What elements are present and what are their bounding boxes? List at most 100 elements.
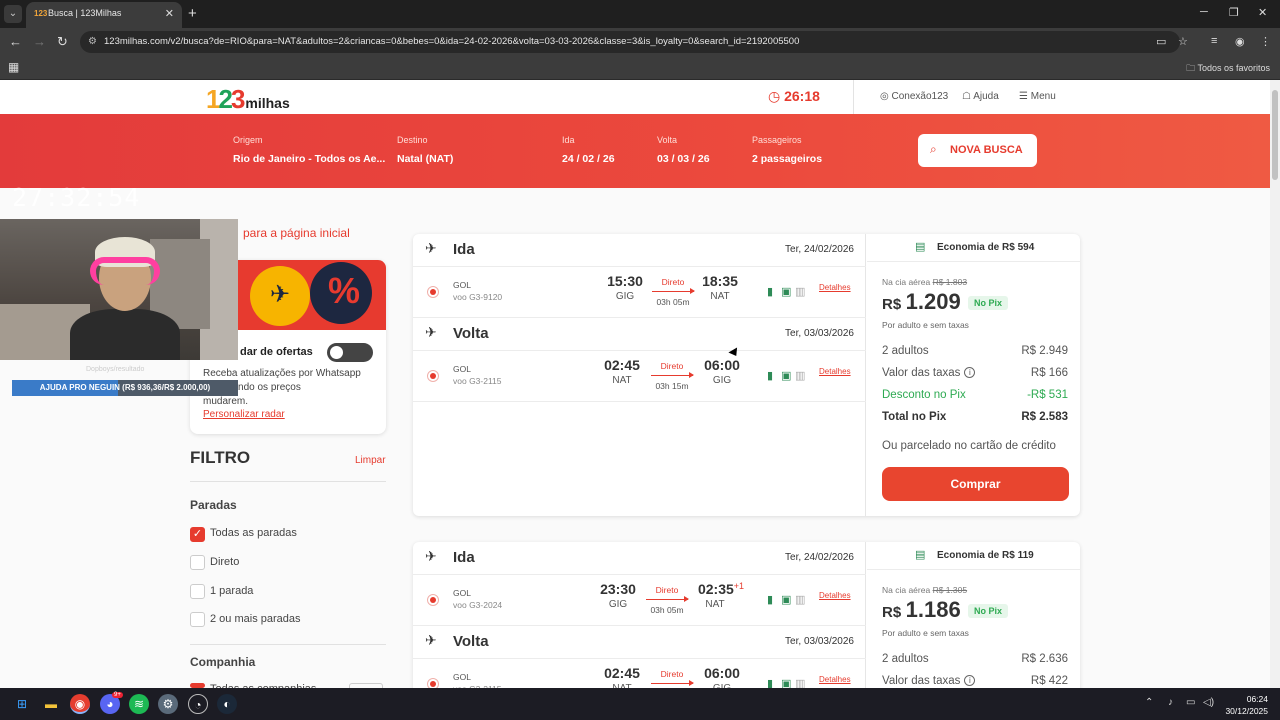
all-bookmarks-folder[interactable]: 🗀 Todos os favoritos: [1186, 61, 1270, 77]
price-per-adult: R$ 1.209: [882, 289, 961, 315]
scrollbar-thumb[interactable]: [1272, 90, 1278, 180]
customize-radar-link[interactable]: Personalizar radar: [203, 409, 285, 420]
airline-price-value: R$ 1.803: [932, 277, 968, 287]
site-info-icon[interactable]: ⚙: [88, 36, 97, 47]
new-search-label: NOVA BUSCA: [950, 144, 1023, 156]
economy-header: ▤ Economia de R$ 119: [867, 542, 1080, 570]
tab-close-icon[interactable]: ✕: [165, 7, 174, 20]
tab-list-dropdown-icon[interactable]: ⌄: [4, 5, 22, 23]
browser-menu-icon[interactable]: ⋮: [1260, 35, 1271, 48]
flight-radio[interactable]: [427, 370, 439, 382]
site-logo[interactable]: 123 milhas: [206, 84, 290, 115]
conexao123-label: Conexão123: [891, 91, 949, 102]
ida-value[interactable]: 24 / 02 / 26: [562, 153, 615, 165]
clock-icon: ◷: [768, 88, 781, 104]
settings-icon[interactable]: ⚙: [158, 694, 178, 714]
menu-link[interactable]: ☰ Menu: [1019, 91, 1056, 102]
arrival-airport: GIG: [712, 375, 732, 386]
back-arrow-icon[interactable]: ←: [9, 34, 22, 49]
window-close-icon[interactable]: ✕: [1258, 6, 1267, 19]
obs-icon[interactable]: ◔: [188, 694, 208, 714]
arrival-time-value: 02:35: [697, 581, 734, 597]
minimize-icon[interactable]: ─: [1200, 6, 1208, 18]
ida-label: Ida: [562, 135, 575, 145]
flight-radio[interactable]: [427, 286, 439, 298]
details-link[interactable]: Detalhes: [819, 591, 851, 600]
radar-toggle[interactable]: [327, 343, 373, 362]
total-value: R$ 2.583: [1021, 411, 1068, 423]
stops-direct-label[interactable]: Direto: [210, 556, 239, 568]
donation-progress-bar: AJUDA PRO NEGUIN (R$ 936,36/R$ 2.000,00): [12, 380, 238, 396]
volume-icon[interactable]: ◁): [1203, 697, 1214, 708]
file-explorer-icon[interactable]: ▬: [41, 694, 61, 714]
taskbar-clock[interactable]: 06:24 30/12/2025: [1225, 693, 1268, 717]
stops-two-plus-label[interactable]: 2 ou mais paradas: [210, 613, 301, 625]
details-link[interactable]: Detalhes: [819, 675, 851, 684]
apps-grid-icon[interactable]: ▦: [8, 60, 19, 74]
profile-icon[interactable]: ◉: [1235, 35, 1245, 48]
stops-one-label[interactable]: 1 parada: [210, 585, 253, 597]
flight-option-row[interactable]: GOL voo G3-9120 15:30 GIG Direto 03h 05m…: [413, 266, 866, 318]
new-search-button[interactable]: ⌕ NOVA BUSCA: [918, 134, 1037, 167]
airline-price-label: Na cia aérea: [882, 585, 931, 595]
windows-taskbar: ⊞ ▬ ◉ ◕ 9+ ≋ ⚙ ◔ ◐ ⌃ ♪ ▭ ◁) 06:24 30/12/…: [0, 688, 1280, 720]
spotify-icon[interactable]: ≋: [129, 694, 149, 714]
session-timer: ◷ 26:18: [768, 88, 820, 105]
session-timer-value: 26:18: [784, 88, 820, 104]
browser-tab-active[interactable]: 123 Busca | 123Milhas ✕: [26, 2, 182, 28]
origin-value[interactable]: Rio de Janeiro - Todos os Ae...: [233, 153, 385, 165]
info-icon[interactable]: i: [964, 367, 976, 379]
back-to-home-link[interactable]: para a página inicial: [243, 226, 350, 240]
destination-value[interactable]: Natal (NAT): [397, 153, 453, 165]
flights-column: ✈ Ida Ter, 24/02/2026 GOL voo G3-9120 15…: [413, 234, 866, 516]
address-bar[interactable]: ⚙ 123milhas.com/v2/busca?de=RIO&para=NAT…: [80, 31, 1180, 53]
stops-two-plus-checkbox[interactable]: [190, 612, 205, 627]
stops-all-label[interactable]: Todas as paradas: [210, 527, 297, 539]
details-link[interactable]: Detalhes: [819, 367, 851, 376]
total-label: Total no Pix: [882, 411, 947, 423]
help-link[interactable]: ☖ Ajuda: [962, 91, 999, 102]
radar-desc-line-1: Receba atualizações por Whatsapp: [203, 368, 361, 379]
personal-item-icon: ▮: [767, 594, 774, 606]
chrome-icon[interactable]: ◉: [70, 694, 90, 714]
restore-icon[interactable]: ❐: [1229, 6, 1239, 19]
tray-chevron-icon[interactable]: ⌃: [1145, 697, 1153, 708]
conexao123-link[interactable]: ◎ Conexão123: [880, 91, 948, 102]
new-tab-icon[interactable]: +: [188, 5, 197, 22]
flight-option-row[interactable]: GOL voo G3-2024 23:30 GIG Direto 03h 05m…: [413, 574, 866, 626]
flight-radio[interactable]: [427, 594, 439, 606]
reload-icon[interactable]: ↻: [57, 34, 68, 50]
route-arrow-icon: [651, 372, 694, 378]
origin-label: Origem: [233, 135, 263, 145]
info-icon[interactable]: i: [964, 675, 976, 687]
leg-title: Volta: [453, 325, 489, 342]
network-icon[interactable]: ▭: [1186, 697, 1195, 708]
buy-button[interactable]: Comprar: [882, 467, 1069, 501]
economy-text: Economia de R$ 594: [937, 242, 1035, 253]
page-scrollbar[interactable]: [1270, 80, 1280, 688]
stops-all-checkbox[interactable]: ✓: [190, 527, 205, 542]
forward-arrow-icon[interactable]: →: [33, 34, 46, 49]
volta-value[interactable]: 03 / 03 / 26: [657, 153, 710, 165]
airline-name: GOL: [453, 280, 471, 290]
passengers-value[interactable]: 2 passageiros: [752, 153, 822, 165]
microphone-icon[interactable]: ♪: [1168, 697, 1173, 708]
money-icon: ▤: [915, 241, 926, 253]
adults-value: R$ 2.949: [1021, 345, 1068, 357]
install-app-icon[interactable]: ▭: [1156, 35, 1166, 48]
details-link[interactable]: Detalhes: [819, 283, 851, 292]
flight-option-row[interactable]: GOL voo G3-2115 02:45 NAT Direto 03h 15m…: [413, 350, 866, 402]
stops-direct-checkbox[interactable]: [190, 555, 205, 570]
hamburger-icon: ☰: [1019, 91, 1028, 102]
media-controls-icon[interactable]: ≡: [1211, 35, 1217, 47]
flight-number: voo G3-2024: [453, 600, 503, 610]
carry-on-bag-icon: ▣: [781, 370, 792, 382]
taskbar-time: 06:24: [1246, 694, 1268, 704]
bookmark-star-icon[interactable]: ☆: [1178, 35, 1188, 48]
windows-start-icon[interactable]: ⊞: [12, 694, 32, 714]
search-icon: ⌕: [930, 142, 937, 156]
pix-discount-label: Desconto no Pix: [882, 389, 966, 401]
steam-icon[interactable]: ◐: [217, 694, 237, 714]
clear-filters-link[interactable]: Limpar: [355, 455, 386, 466]
stops-one-checkbox[interactable]: [190, 584, 205, 599]
